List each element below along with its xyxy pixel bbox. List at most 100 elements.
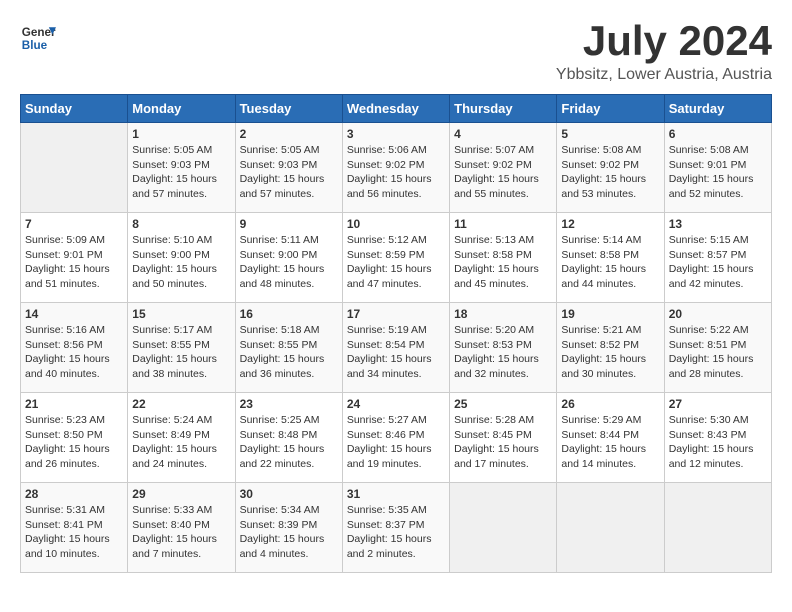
calendar-cell: 4 Sunrise: 5:07 AMSunset: 9:02 PMDayligh… [450,123,557,213]
calendar-cell: 28 Sunrise: 5:31 AMSunset: 8:41 PMDaylig… [21,483,128,573]
calendar-cell: 19 Sunrise: 5:21 AMSunset: 8:52 PMDaylig… [557,303,664,393]
day-info: Sunrise: 5:31 AMSunset: 8:41 PMDaylight:… [25,503,123,562]
calendar-cell: 8 Sunrise: 5:10 AMSunset: 9:00 PMDayligh… [128,213,235,303]
calendar-week-row: 14 Sunrise: 5:16 AMSunset: 8:56 PMDaylig… [21,303,772,393]
day-info: Sunrise: 5:28 AMSunset: 8:45 PMDaylight:… [454,413,552,472]
day-info: Sunrise: 5:21 AMSunset: 8:52 PMDaylight:… [561,323,659,382]
day-number: 1 [132,127,230,141]
day-number: 6 [669,127,767,141]
day-info: Sunrise: 5:05 AMSunset: 9:03 PMDaylight:… [240,143,338,202]
calendar-cell: 3 Sunrise: 5:06 AMSunset: 9:02 PMDayligh… [342,123,449,213]
day-info: Sunrise: 5:05 AMSunset: 9:03 PMDaylight:… [132,143,230,202]
day-info: Sunrise: 5:06 AMSunset: 9:02 PMDaylight:… [347,143,445,202]
calendar-cell: 31 Sunrise: 5:35 AMSunset: 8:37 PMDaylig… [342,483,449,573]
day-number: 14 [25,307,123,321]
weekday-header-row: SundayMondayTuesdayWednesdayThursdayFrid… [21,95,772,123]
day-info: Sunrise: 5:11 AMSunset: 9:00 PMDaylight:… [240,233,338,292]
calendar-cell: 1 Sunrise: 5:05 AMSunset: 9:03 PMDayligh… [128,123,235,213]
day-info: Sunrise: 5:08 AMSunset: 9:02 PMDaylight:… [561,143,659,202]
day-number: 3 [347,127,445,141]
calendar-cell: 20 Sunrise: 5:22 AMSunset: 8:51 PMDaylig… [664,303,771,393]
day-info: Sunrise: 5:10 AMSunset: 9:00 PMDaylight:… [132,233,230,292]
calendar-cell: 14 Sunrise: 5:16 AMSunset: 8:56 PMDaylig… [21,303,128,393]
calendar-cell: 21 Sunrise: 5:23 AMSunset: 8:50 PMDaylig… [21,393,128,483]
day-number: 9 [240,217,338,231]
weekday-header-saturday: Saturday [664,95,771,123]
logo-icon: General Blue [20,20,56,56]
calendar-cell [450,483,557,573]
day-number: 22 [132,397,230,411]
day-number: 8 [132,217,230,231]
day-info: Sunrise: 5:13 AMSunset: 8:58 PMDaylight:… [454,233,552,292]
calendar-cell: 22 Sunrise: 5:24 AMSunset: 8:49 PMDaylig… [128,393,235,483]
day-number: 30 [240,487,338,501]
calendar-cell: 27 Sunrise: 5:30 AMSunset: 8:43 PMDaylig… [664,393,771,483]
calendar-cell: 2 Sunrise: 5:05 AMSunset: 9:03 PMDayligh… [235,123,342,213]
day-number: 7 [25,217,123,231]
day-number: 4 [454,127,552,141]
day-info: Sunrise: 5:24 AMSunset: 8:49 PMDaylight:… [132,413,230,472]
day-info: Sunrise: 5:22 AMSunset: 8:51 PMDaylight:… [669,323,767,382]
calendar-cell: 13 Sunrise: 5:15 AMSunset: 8:57 PMDaylig… [664,213,771,303]
calendar-cell: 16 Sunrise: 5:18 AMSunset: 8:55 PMDaylig… [235,303,342,393]
logo: General Blue [20,20,56,56]
day-info: Sunrise: 5:12 AMSunset: 8:59 PMDaylight:… [347,233,445,292]
day-number: 11 [454,217,552,231]
calendar-cell [21,123,128,213]
day-info: Sunrise: 5:17 AMSunset: 8:55 PMDaylight:… [132,323,230,382]
day-number: 12 [561,217,659,231]
day-info: Sunrise: 5:14 AMSunset: 8:58 PMDaylight:… [561,233,659,292]
weekday-header-tuesday: Tuesday [235,95,342,123]
calendar-cell: 7 Sunrise: 5:09 AMSunset: 9:01 PMDayligh… [21,213,128,303]
day-number: 13 [669,217,767,231]
calendar-cell: 29 Sunrise: 5:33 AMSunset: 8:40 PMDaylig… [128,483,235,573]
day-number: 19 [561,307,659,321]
day-number: 10 [347,217,445,231]
weekday-header-sunday: Sunday [21,95,128,123]
day-info: Sunrise: 5:27 AMSunset: 8:46 PMDaylight:… [347,413,445,472]
svg-text:Blue: Blue [22,39,48,52]
day-number: 28 [25,487,123,501]
day-info: Sunrise: 5:25 AMSunset: 8:48 PMDaylight:… [240,413,338,472]
location-subtitle: Ybbsitz, Lower Austria, Austria [556,66,772,84]
day-info: Sunrise: 5:29 AMSunset: 8:44 PMDaylight:… [561,413,659,472]
weekday-header-wednesday: Wednesday [342,95,449,123]
calendar-cell [557,483,664,573]
weekday-header-friday: Friday [557,95,664,123]
day-info: Sunrise: 5:18 AMSunset: 8:55 PMDaylight:… [240,323,338,382]
day-number: 24 [347,397,445,411]
calendar-cell: 5 Sunrise: 5:08 AMSunset: 9:02 PMDayligh… [557,123,664,213]
day-number: 27 [669,397,767,411]
calendar-cell: 10 Sunrise: 5:12 AMSunset: 8:59 PMDaylig… [342,213,449,303]
day-number: 18 [454,307,552,321]
day-number: 16 [240,307,338,321]
calendar-week-row: 1 Sunrise: 5:05 AMSunset: 9:03 PMDayligh… [21,123,772,213]
title-block: July 2024 Ybbsitz, Lower Austria, Austri… [556,20,772,84]
day-number: 21 [25,397,123,411]
calendar-cell: 6 Sunrise: 5:08 AMSunset: 9:01 PMDayligh… [664,123,771,213]
calendar-cell: 18 Sunrise: 5:20 AMSunset: 8:53 PMDaylig… [450,303,557,393]
calendar-cell: 23 Sunrise: 5:25 AMSunset: 8:48 PMDaylig… [235,393,342,483]
calendar-cell: 17 Sunrise: 5:19 AMSunset: 8:54 PMDaylig… [342,303,449,393]
calendar-cell: 11 Sunrise: 5:13 AMSunset: 8:58 PMDaylig… [450,213,557,303]
calendar-table: SundayMondayTuesdayWednesdayThursdayFrid… [20,94,772,573]
day-number: 20 [669,307,767,321]
day-number: 26 [561,397,659,411]
day-number: 15 [132,307,230,321]
day-info: Sunrise: 5:20 AMSunset: 8:53 PMDaylight:… [454,323,552,382]
weekday-header-monday: Monday [128,95,235,123]
day-number: 31 [347,487,445,501]
calendar-cell [664,483,771,573]
day-number: 2 [240,127,338,141]
day-number: 25 [454,397,552,411]
day-number: 5 [561,127,659,141]
calendar-cell: 24 Sunrise: 5:27 AMSunset: 8:46 PMDaylig… [342,393,449,483]
calendar-cell: 25 Sunrise: 5:28 AMSunset: 8:45 PMDaylig… [450,393,557,483]
day-info: Sunrise: 5:16 AMSunset: 8:56 PMDaylight:… [25,323,123,382]
day-info: Sunrise: 5:15 AMSunset: 8:57 PMDaylight:… [669,233,767,292]
weekday-header-thursday: Thursday [450,95,557,123]
day-info: Sunrise: 5:23 AMSunset: 8:50 PMDaylight:… [25,413,123,472]
calendar-cell: 9 Sunrise: 5:11 AMSunset: 9:00 PMDayligh… [235,213,342,303]
calendar-cell: 15 Sunrise: 5:17 AMSunset: 8:55 PMDaylig… [128,303,235,393]
day-info: Sunrise: 5:09 AMSunset: 9:01 PMDaylight:… [25,233,123,292]
